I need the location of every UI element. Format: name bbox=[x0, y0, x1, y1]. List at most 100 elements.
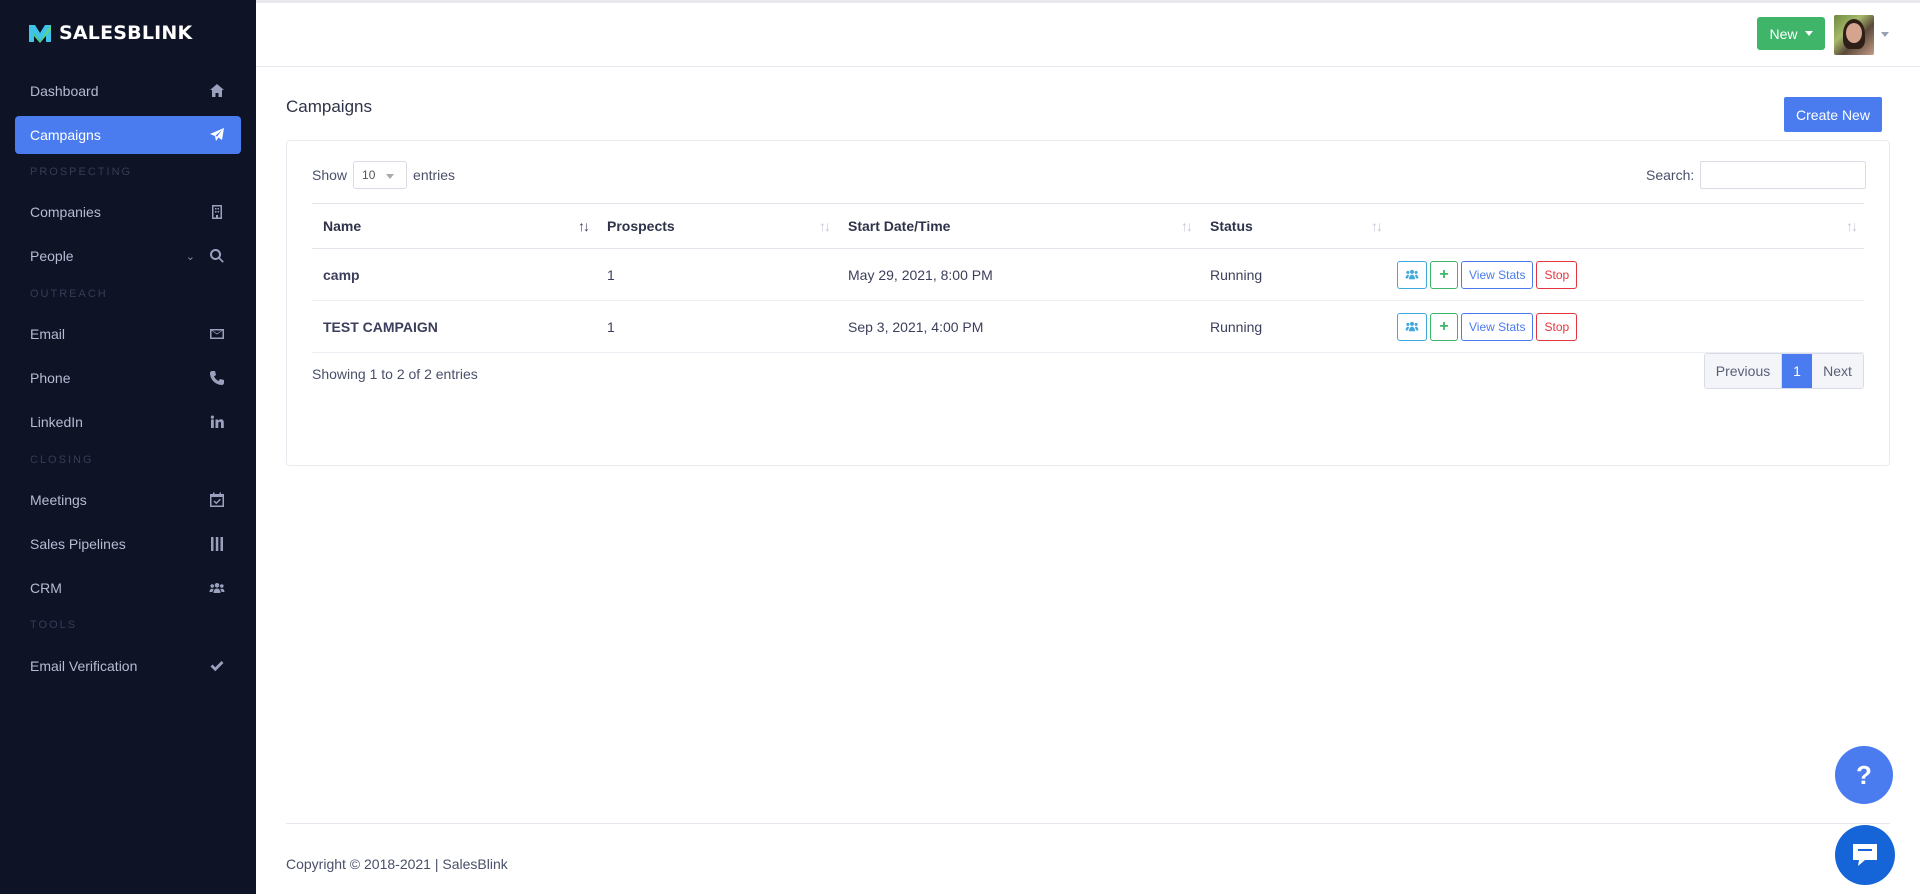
sidebar-item-phone[interactable]: Phone bbox=[15, 359, 241, 397]
pagination-page-1[interactable]: 1 bbox=[1782, 354, 1812, 388]
footer-copyright: Copyright © 2018-2021 | SalesBlink bbox=[286, 856, 508, 872]
users-icon bbox=[1405, 269, 1419, 279]
search-icon bbox=[207, 246, 227, 266]
table-row: TEST CAMPAIGN 1 Sep 3, 2021, 4:00 PM Run… bbox=[312, 300, 1864, 353]
sort-icon: ↑↓ bbox=[1181, 218, 1193, 234]
select-caret-icon bbox=[386, 174, 395, 179]
avatar[interactable] bbox=[1834, 15, 1874, 55]
building-icon bbox=[207, 202, 227, 222]
campaign-prospects: 1 bbox=[596, 300, 837, 353]
entries-select-value: 10 bbox=[362, 168, 376, 182]
sort-icon: ↑↓ bbox=[1371, 218, 1383, 234]
sidebar-item-label: Dashboard bbox=[30, 83, 99, 99]
show-entries: Show 10 entries bbox=[312, 161, 455, 189]
columns-icon bbox=[207, 534, 227, 554]
campaign-actions: + View Stats Stop bbox=[1389, 300, 1864, 353]
phone-icon bbox=[207, 368, 227, 388]
new-dropdown-button[interactable]: New bbox=[1757, 17, 1825, 50]
sidebar-item-label: Companies bbox=[30, 204, 101, 220]
new-button-label: New bbox=[1769, 25, 1798, 42]
view-stats-button[interactable]: View Stats bbox=[1461, 312, 1534, 341]
sidebar-item-dashboard[interactable]: Dashboard bbox=[15, 72, 241, 110]
sort-icon: ↑↓ bbox=[819, 218, 831, 234]
entries-label: entries bbox=[413, 167, 456, 183]
column-header-status[interactable]: Status ↑↓ bbox=[1199, 203, 1389, 249]
table-row: camp 1 May 29, 2021, 8:00 PM Running + V… bbox=[312, 248, 1864, 301]
question-icon: ? bbox=[1856, 759, 1872, 790]
pagination-next[interactable]: Next bbox=[1812, 354, 1863, 388]
sidebar-item-label: Campaigns bbox=[30, 127, 101, 143]
campaign-status: Running bbox=[1199, 300, 1389, 353]
sidebar-item-crm[interactable]: CRM bbox=[15, 569, 241, 607]
sidebar-item-label: LinkedIn bbox=[30, 414, 83, 430]
campaign-start: Sep 3, 2021, 4:00 PM bbox=[837, 300, 1199, 353]
sidebar-item-meetings[interactable]: Meetings bbox=[15, 481, 241, 519]
users-icon bbox=[207, 578, 227, 598]
add-prospects-button[interactable]: + bbox=[1430, 312, 1458, 341]
sidebar-item-label: CRM bbox=[30, 580, 62, 596]
section-tools: TOOLS bbox=[30, 619, 78, 631]
table-info: Showing 1 to 2 of 2 entries bbox=[312, 366, 478, 382]
sidebar-item-email[interactable]: Email bbox=[15, 315, 241, 353]
linkedin-icon bbox=[207, 412, 227, 432]
sidebar-item-companies[interactable]: Companies bbox=[15, 193, 241, 231]
paper-plane-icon bbox=[207, 125, 227, 145]
campaigns-table: Name ↑↓ Prospects ↑↓ Start Date/Time ↑↓ … bbox=[312, 203, 1864, 353]
campaign-start: May 29, 2021, 8:00 PM bbox=[837, 248, 1199, 301]
column-header-actions[interactable]: ↑↓ bbox=[1389, 203, 1864, 249]
sidebar-item-sales-pipelines[interactable]: Sales Pipelines bbox=[15, 525, 241, 563]
section-outreach: OUTREACH bbox=[30, 288, 108, 300]
sidebar-item-linkedin[interactable]: LinkedIn bbox=[15, 403, 241, 441]
plus-icon: + bbox=[1439, 317, 1449, 335]
check-icon bbox=[207, 656, 227, 676]
sidebar-item-email-verification[interactable]: Email Verification bbox=[15, 647, 241, 685]
chat-button[interactable] bbox=[1835, 825, 1895, 885]
stop-button[interactable]: Stop bbox=[1536, 312, 1578, 341]
sidebar-item-label: Email bbox=[30, 326, 66, 342]
pagination: Previous 1 Next bbox=[1704, 353, 1864, 389]
sort-icon: ↑↓ bbox=[1846, 218, 1858, 234]
sidebar-item-campaigns[interactable]: Campaigns bbox=[15, 116, 241, 154]
section-closing: CLOSING bbox=[30, 454, 94, 466]
avatar-caret-icon[interactable] bbox=[1881, 32, 1889, 37]
sidebar-item-label: Phone bbox=[30, 370, 71, 386]
prospects-button[interactable] bbox=[1397, 260, 1427, 289]
stop-button[interactable]: Stop bbox=[1536, 260, 1578, 289]
search-label: Search: bbox=[1646, 167, 1695, 183]
calendar-check-icon bbox=[207, 490, 227, 510]
chevron-down-icon: ⌄ bbox=[185, 250, 195, 263]
show-label: Show bbox=[312, 167, 348, 183]
page-title: Campaigns bbox=[286, 97, 372, 116]
section-prospecting: PROSPECTING bbox=[30, 166, 133, 178]
sidebar-item-label: Sales Pipelines bbox=[30, 536, 126, 552]
create-new-button[interactable]: Create New bbox=[1784, 97, 1882, 132]
sidebar-item-people[interactable]: People ⌄ bbox=[15, 237, 241, 275]
chat-bubble-icon bbox=[1853, 844, 1877, 866]
table-header-row: Name ↑↓ Prospects ↑↓ Start Date/Time ↑↓ … bbox=[312, 203, 1864, 249]
column-header-prospects[interactable]: Prospects ↑↓ bbox=[596, 203, 837, 249]
prospects-button[interactable] bbox=[1397, 312, 1427, 341]
help-button[interactable]: ? bbox=[1835, 746, 1893, 804]
envelope-icon bbox=[207, 324, 227, 344]
entries-select[interactable]: 10 bbox=[353, 161, 408, 189]
column-header-name[interactable]: Name ↑↓ bbox=[312, 203, 596, 249]
column-header-start-date[interactable]: Start Date/Time ↑↓ bbox=[837, 203, 1199, 249]
campaign-prospects: 1 bbox=[596, 248, 837, 301]
sort-icon: ↑↓ bbox=[578, 218, 590, 234]
sidebar: SALESBLINK Dashboard Campaigns PROSPECTI… bbox=[0, 0, 256, 894]
caret-down-icon bbox=[1804, 31, 1813, 36]
pagination-previous[interactable]: Previous bbox=[1705, 354, 1782, 388]
footer-divider bbox=[286, 823, 1890, 824]
campaign-name[interactable]: camp bbox=[312, 248, 596, 301]
campaign-status: Running bbox=[1199, 248, 1389, 301]
add-prospects-button[interactable]: + bbox=[1430, 260, 1458, 289]
sidebar-item-label: Email Verification bbox=[30, 658, 138, 674]
campaign-name[interactable]: TEST CAMPAIGN bbox=[312, 300, 596, 353]
home-icon bbox=[207, 81, 227, 101]
view-stats-button[interactable]: View Stats bbox=[1461, 260, 1534, 289]
table-search: Search: bbox=[1646, 161, 1867, 189]
search-input[interactable] bbox=[1700, 161, 1867, 189]
sidebar-item-label: People bbox=[30, 248, 74, 264]
topbar bbox=[256, 0, 1920, 67]
brand[interactable]: SALESBLINK bbox=[28, 22, 192, 44]
